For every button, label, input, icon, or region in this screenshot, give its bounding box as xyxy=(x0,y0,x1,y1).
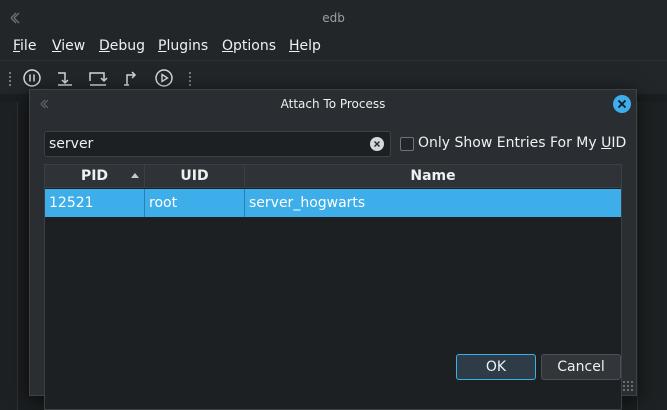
dialog-close-button[interactable] xyxy=(613,95,631,113)
workspace-left-pane xyxy=(0,102,18,410)
cancel-button[interactable]: Cancel xyxy=(541,354,621,380)
resize-grip-icon[interactable] xyxy=(622,380,634,392)
menu-view[interactable]: View xyxy=(52,38,85,54)
cell-pid: 12521 xyxy=(45,189,145,217)
sort-ascending-icon xyxy=(131,173,139,178)
filter-input[interactable]: server xyxy=(44,131,391,157)
menu-options[interactable]: Options xyxy=(222,38,276,54)
step-into-button[interactable] xyxy=(54,67,76,89)
cell-uid: root xyxy=(145,189,245,217)
column-header-uid[interactable]: UID xyxy=(145,165,245,188)
cell-name: server_hogwarts xyxy=(249,195,366,211)
my-uid-checkbox-label[interactable]: Only Show Entries For My UID xyxy=(418,135,626,151)
step-over-button[interactable] xyxy=(87,67,109,89)
column-header-pid[interactable]: PID xyxy=(45,165,145,188)
my-uid-checkbox[interactable] xyxy=(400,137,414,151)
workspace-right-pane xyxy=(637,102,667,410)
run-icon xyxy=(155,69,173,87)
table-header: PID UID Name xyxy=(45,165,621,188)
clear-icon xyxy=(373,140,381,148)
run-button[interactable] xyxy=(153,67,175,89)
menu-plugins[interactable]: Plugins xyxy=(158,38,208,54)
menubar: File View Debug Plugins Options Help xyxy=(0,36,667,60)
menu-debug[interactable]: Debug xyxy=(99,38,145,54)
window-title: edb xyxy=(322,11,345,25)
attach-dialog: Attach To Process server Only Show Entri… xyxy=(29,89,637,410)
dialog-titlebar[interactable]: Attach To Process xyxy=(30,90,636,118)
dialog-title: Attach To Process xyxy=(280,97,386,111)
close-icon xyxy=(617,99,627,109)
pause-icon xyxy=(23,69,41,87)
main-titlebar: edb xyxy=(0,0,667,36)
clear-filter-button[interactable] xyxy=(370,137,384,151)
table-row[interactable]: 12521 root server_hogwarts xyxy=(45,189,621,217)
menu-help[interactable]: Help xyxy=(289,38,321,54)
step-into-icon xyxy=(58,72,72,86)
pause-button[interactable] xyxy=(21,67,43,89)
ok-button[interactable]: OK xyxy=(456,354,536,380)
step-out-icon xyxy=(124,71,137,86)
menu-file[interactable]: File xyxy=(13,38,36,54)
toolbar-grip-end[interactable] xyxy=(188,71,192,87)
column-header-name[interactable]: Name xyxy=(245,165,621,188)
toolbar-grip[interactable] xyxy=(8,71,12,87)
step-out-button[interactable] xyxy=(121,67,143,89)
step-over-icon xyxy=(89,72,108,86)
